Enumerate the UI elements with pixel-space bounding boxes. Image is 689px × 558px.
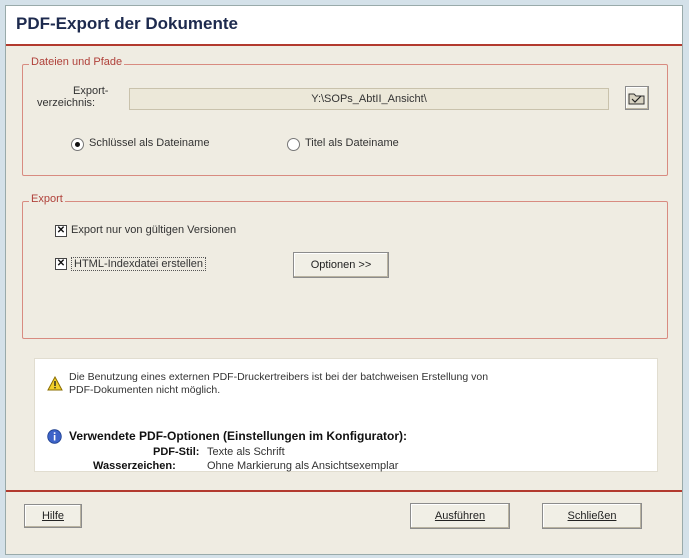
radio-key-as-filename[interactable] <box>71 138 84 151</box>
execute-button[interactable]: Ausführen <box>410 503 510 529</box>
radio-title-label: Titel als Dateiname <box>305 137 399 149</box>
close-button[interactable]: Schließen <box>542 503 642 529</box>
export-dir-label-line1: Export- <box>73 85 109 97</box>
warning-icon <box>47 376 63 391</box>
checkbox-valid-versions[interactable]: ✕ <box>55 225 67 237</box>
title-bar: PDF-Export der Dokumente <box>6 6 682 46</box>
pdf-options-heading: Verwendete PDF-Optionen (Einstellungen i… <box>69 429 408 443</box>
info-icon <box>47 429 62 444</box>
dialog-window: PDF-Export der Dokumente Dateien und Pfa… <box>5 5 683 555</box>
folder-icon <box>628 93 645 105</box>
help-button[interactable]: Hilfe <box>24 504 82 528</box>
options-button[interactable]: Optionen >> <box>293 252 389 278</box>
checkbox-html-index[interactable]: ✕ <box>55 258 67 270</box>
paths-group-legend: Dateien und Pfade <box>29 56 125 68</box>
paths-group: Dateien und Pfade Export- verzeichnis: Y… <box>22 56 668 176</box>
watermark-label: Wasserzeichen: <box>93 460 176 472</box>
dialog-title: PDF-Export der Dokumente <box>16 14 238 33</box>
warning-text-line1: Die Benutzung eines externen PDF-Drucker… <box>69 371 489 383</box>
radio-title-as-filename[interactable] <box>287 138 300 151</box>
checkbox-valid-versions-label: Export nur von gültigen Versionen <box>71 224 237 236</box>
watermark-value: Ohne Markierung als Ansichtsexemplar <box>207 460 399 472</box>
warning-text-line2: PDF-Dokumenten nicht möglich. <box>69 384 221 396</box>
info-panel: Die Benutzung eines externen PDF-Drucker… <box>34 358 658 472</box>
radio-key-label: Schlüssel als Dateiname <box>89 137 210 149</box>
pdf-style-value: Texte als Schrift <box>207 446 285 458</box>
export-group: Export ✕ Export nur von gültigen Version… <box>22 193 668 339</box>
checkbox-html-index-label: HTML-Indexdatei erstellen <box>71 257 207 271</box>
export-group-legend: Export <box>29 193 65 205</box>
browse-folder-button[interactable] <box>625 86 649 110</box>
pdf-style-label: PDF-Stil: <box>153 446 200 458</box>
export-dir-field[interactable]: Y:\SOPs_AbtII_Ansicht\ <box>129 88 609 110</box>
export-dir-label-line2: verzeichnis: <box>37 97 96 109</box>
